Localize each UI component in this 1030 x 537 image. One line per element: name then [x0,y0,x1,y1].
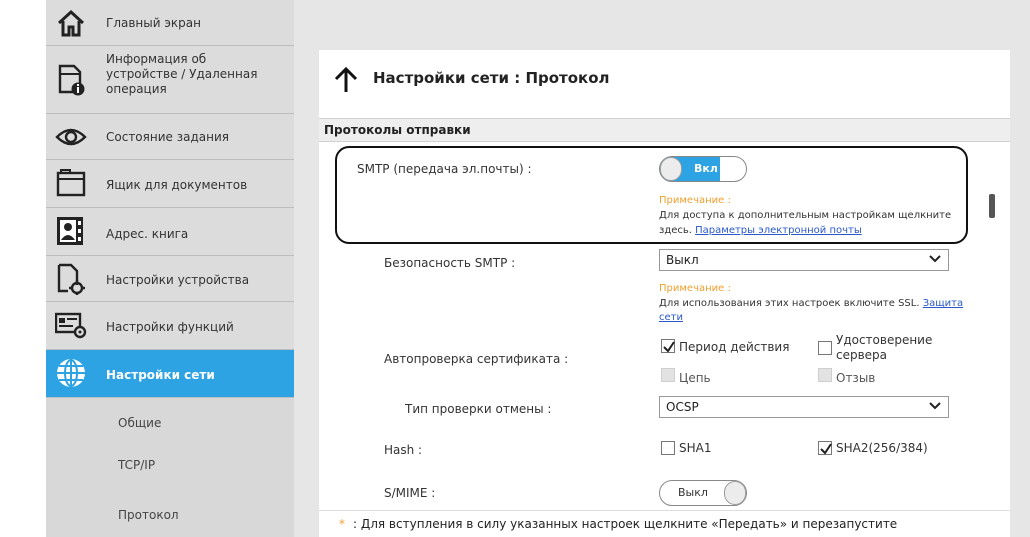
sidebar-subitem-label: TCP/IP [118,458,156,472]
device-info-icon [54,63,88,97]
footer-text: : Для вступления в силу указанных настро… [353,517,898,531]
revocation-label: Отзыв [836,371,876,385]
checkmark-icon [663,341,675,353]
sidebar-item-document-box[interactable]: Ящик для документов [46,160,294,208]
function-settings-icon [54,308,88,342]
sidebar-subitem-label: Протокол [118,508,179,522]
toggle-label: Выкл [678,486,708,499]
network-security-link[interactable]: Защита [923,298,963,309]
sidebar-item-label: Главный экран [106,16,201,30]
highlight-frame [335,146,968,244]
sha2-checkbox[interactable] [818,441,832,455]
server-identity-label: Удостоверение сервера [836,333,933,362]
sidebar-subitem-tcpip[interactable]: TCP/IP [46,444,294,488]
sidebar-item-address-book[interactable]: Адрес. книга [46,208,294,256]
chain-checkbox[interactable] [661,368,675,382]
address-book-icon [54,214,88,248]
smtp-security-select[interactable]: Выкл [659,249,949,271]
smime-toggle[interactable]: Выкл [659,480,747,506]
sidebar-subitem-general[interactable]: Общие [46,402,294,446]
cert-check-label: Автопроверка сертификата : [384,352,569,366]
sidebar-item-job-status[interactable]: Состояние задания [46,114,294,160]
page-header: Настройки сети : Протокол [319,55,1010,105]
device-settings-icon [54,262,88,296]
sidebar-item-function-settings[interactable]: Настройки функций [46,302,294,350]
sha2-label: SHA2(256/384) [836,441,928,455]
sha1-label: SHA1 [679,441,712,455]
sidebar-item-label: Настройки сети [106,368,215,382]
sidebar-item-home[interactable]: Главный экран [46,0,294,46]
sidebar-item-label: Информация об устройстве / Удаленная опе… [106,52,258,96]
sidebar-item-device-info[interactable]: Информация об устройстве / Удаленная опе… [46,46,294,114]
sidebar-subitem-label: Общие [118,416,162,430]
revocation-type-label: Тип проверки отмены : [405,402,552,416]
page-title: Настройки сети : Протокол [373,69,610,87]
back-arrow-icon[interactable] [333,66,359,97]
validity-period-label: Период действия [679,340,790,354]
smime-label: S/MIME : [384,486,436,500]
sidebar-subitem-protocol[interactable]: Протокол [46,494,294,537]
toggle-knob [724,481,746,505]
select-value: Выкл [666,253,699,267]
revocation-checkbox[interactable] [818,368,832,382]
network-security-link-cont[interactable]: сети [659,311,683,325]
eye-icon [54,120,88,154]
sidebar-item-label: Адрес. книга [106,227,189,241]
select-value: OCSP [666,400,699,414]
sidebar-item-label: Ящик для документов [106,178,248,192]
smtp-security-label: Безопасность SMTP : [384,256,516,270]
chevron-down-icon [928,252,942,269]
revocation-type-select[interactable]: OCSP [659,396,949,418]
sidebar-item-label: Настройки функций [106,320,234,334]
sidebar-item-device-settings[interactable]: Настройки устройства [46,256,294,302]
sidebar-item-label: Настройки устройства [106,273,250,287]
section-title: Протоколы отправки [324,123,471,137]
hash-label: Hash : [384,443,423,457]
section-header: Протоколы отправки [319,118,1010,142]
chevron-down-icon [928,399,942,416]
sidebar-item-label: Состояние задания [106,130,229,144]
globe-icon [54,356,88,390]
validity-period-checkbox[interactable] [661,339,675,353]
document-box-icon [54,166,88,200]
sha1-checkbox[interactable] [661,441,675,455]
chain-label: Цепь [679,371,711,385]
sidebar-item-network-settings[interactable]: Настройки сети [46,350,294,398]
footer-asterisk: * [339,517,345,531]
scrollbar-thumb[interactable] [989,194,995,218]
smtp-security-note-text: Для использования этих настроек включите… [659,298,964,309]
sidebar: Главный экран Информация об устройстве /… [46,0,294,537]
home-icon [54,6,88,40]
footer-note: * : Для вступления в силу указанных наст… [319,510,1010,537]
smtp-security-note-title: Примечание : [659,283,731,294]
server-identity-checkbox[interactable] [818,341,832,355]
checkmark-icon [820,443,832,455]
